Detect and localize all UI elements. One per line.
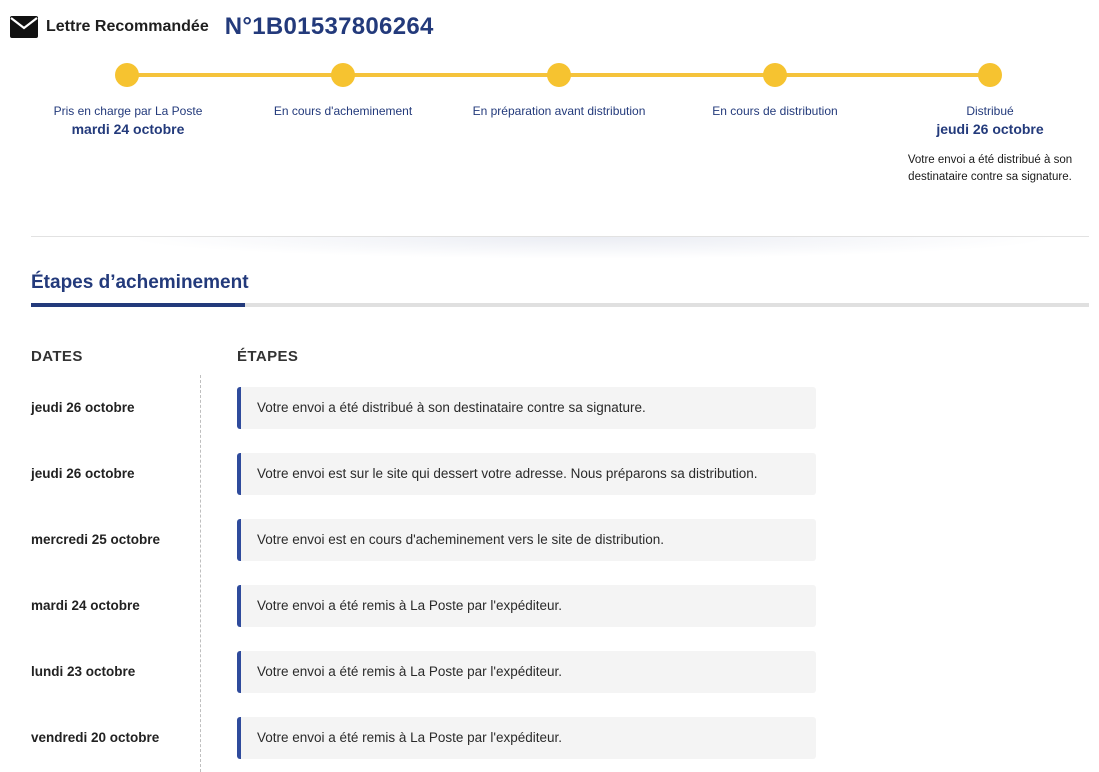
step-label-4: En cours de distribution (712, 104, 838, 118)
table-row: vendredi 20 octobre Votre envoi a été re… (0, 717, 1099, 759)
timeline-separator (200, 375, 201, 772)
row-event-box: Votre envoi est sur le site qui dessert … (237, 453, 816, 495)
step-label-1: Pris en charge par La Poste (53, 104, 203, 118)
progress-dot-3 (548, 64, 570, 86)
table-row: jeudi 26 octobre Votre envoi est sur le … (0, 453, 1099, 495)
row-event-text: Votre envoi a été distribué à son destin… (257, 400, 646, 415)
row-event-box: Votre envoi a été remis à La Poste par l… (237, 651, 816, 693)
dates-column-header: DATES (31, 348, 83, 365)
delivery-progress: Pris en charge par La Poste mardi 24 oct… (0, 60, 1099, 230)
row-date: jeudi 26 octobre (31, 466, 135, 481)
steps-column-header: ÉTAPES (237, 348, 299, 365)
step-date-1: mardi 24 octobre (71, 121, 185, 137)
table-row: jeudi 26 octobre Votre envoi a été distr… (0, 387, 1099, 429)
product-name: Lettre Recommandée (46, 18, 209, 35)
step-label-2: En cours d'acheminement (273, 104, 413, 118)
progress-dot-2 (332, 64, 354, 86)
row-date: lundi 23 octobre (31, 664, 136, 679)
table-row: lundi 23 octobre Votre envoi a été remis… (0, 651, 1099, 693)
progress-dot-5 (979, 64, 1001, 86)
step-label-5: Distribué (966, 104, 1014, 118)
row-event-box: Votre envoi a été distribué à son destin… (237, 387, 816, 429)
row-date: mercredi 25 octobre (31, 532, 161, 547)
divider-shadow (120, 237, 1060, 259)
row-event-text: Votre envoi est en cours d'acheminement … (257, 532, 665, 547)
table-row: mardi 24 octobre Votre envoi a été remis… (0, 585, 1099, 627)
section-title[interactable]: Étapes d’acheminement (31, 272, 249, 294)
row-date: mardi 24 octobre (31, 598, 140, 613)
tracking-number: N°1B01537806264 (224, 13, 434, 40)
row-event-text: Votre envoi a été remis à La Poste par l… (257, 598, 563, 613)
envelope-icon (10, 16, 38, 38)
row-event-box: Votre envoi a été remis à La Poste par l… (237, 585, 816, 627)
step-label-3: En préparation avant distribution (472, 104, 646, 118)
row-event-text: Votre envoi a été remis à La Poste par l… (257, 664, 563, 679)
row-event-text: Votre envoi est sur le site qui dessert … (257, 466, 758, 481)
progress-dot-4 (764, 64, 786, 86)
step-date-5: jeudi 26 octobre (936, 121, 1044, 137)
row-event-box: Votre envoi a été remis à La Poste par l… (237, 717, 816, 759)
progress-dot-1 (116, 64, 138, 86)
table-row: mercredi 25 octobre Votre envoi est en c… (0, 519, 1099, 561)
section-underline-active (31, 303, 245, 307)
step-note-5: Votre envoi a été distribué à son destin… (907, 154, 1073, 183)
row-date: jeudi 26 octobre (31, 400, 135, 415)
row-event-text: Votre envoi a été remis à La Poste par l… (257, 730, 563, 745)
row-date: vendredi 20 octobre (31, 730, 160, 745)
row-event-box: Votre envoi est en cours d'acheminement … (237, 519, 816, 561)
header: Lettre Recommandée N°1B01537806264 (10, 10, 434, 44)
